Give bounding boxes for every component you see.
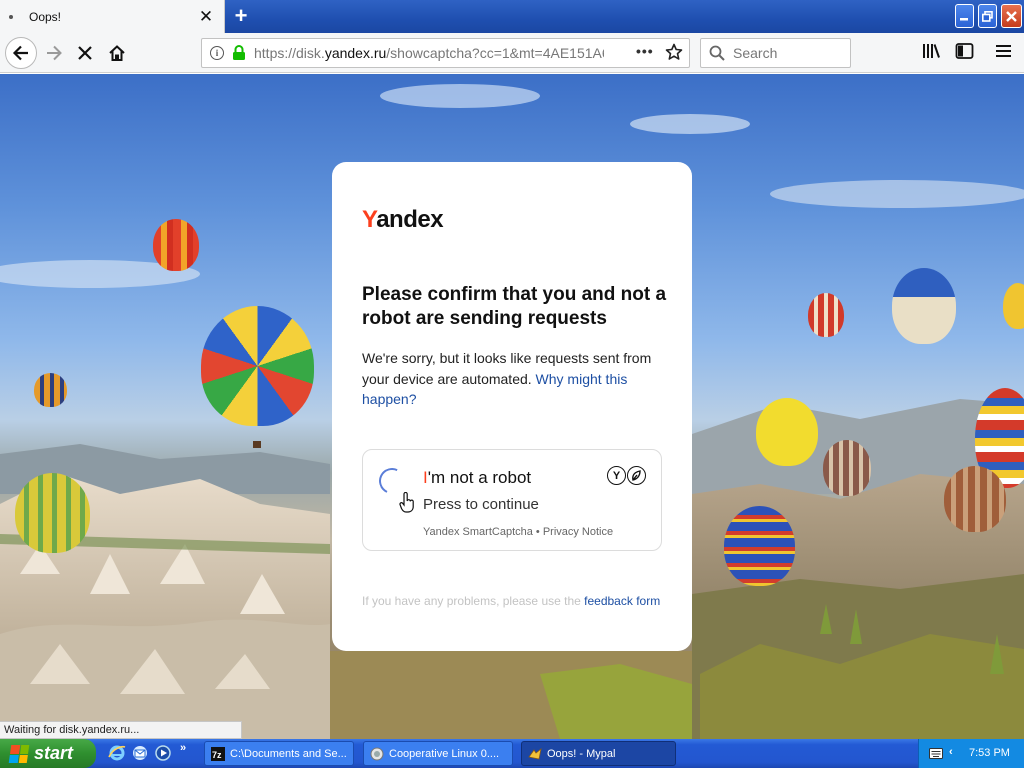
home-button[interactable] [103, 39, 131, 67]
hot-air-balloon [756, 398, 818, 466]
tray-collapse-icon[interactable]: ‹ [949, 746, 953, 758]
outlook-express-icon[interactable] [131, 744, 149, 762]
url-path: /showcaptcha?cc=1&mt=4AE151A615 [386, 45, 604, 61]
smartcaptcha-logo-icon: Y [607, 466, 646, 485]
close-tab-icon[interactable]: ✕ [194, 5, 218, 29]
url-domain: yandex.ru [324, 45, 387, 61]
start-label: start [34, 743, 74, 763]
robot-label: I'm not a robot [423, 468, 531, 488]
tab-title: Oops! [29, 9, 62, 24]
restore-button[interactable] [978, 4, 997, 28]
yandex-logo: Yandex [362, 206, 444, 234]
search-input[interactable]: Search [700, 38, 851, 68]
hot-air-balloon [34, 373, 67, 407]
forward-button[interactable] [40, 39, 68, 67]
info-icon[interactable]: i [210, 46, 224, 60]
feedback-form-link[interactable]: feedback form [584, 594, 660, 608]
back-button[interactable] [5, 37, 37, 69]
windows-logo-icon [8, 744, 30, 763]
yandex-logo-rest: andex [376, 206, 444, 233]
tab-oops[interactable]: Oops! ✕ [0, 0, 225, 33]
start-button[interactable]: start [0, 739, 96, 768]
close-window-button[interactable] [1001, 4, 1022, 28]
stop-button[interactable] [71, 39, 99, 67]
page-actions-button[interactable]: ••• [636, 43, 654, 59]
home-icon [109, 45, 125, 61]
captcha-description: We're sorry, but it looks like requests … [362, 348, 667, 410]
minimize-button[interactable] [955, 4, 974, 28]
library-icon[interactable] [922, 42, 942, 65]
tab-strip: Oops! ✕ + [0, 0, 1024, 33]
robot-label-rest: 'm not a robot [427, 468, 532, 487]
svg-text:7z: 7z [212, 750, 222, 760]
hot-air-balloon [201, 306, 314, 426]
new-tab-button[interactable]: + [228, 3, 254, 29]
yandex-circle-icon: Y [607, 466, 626, 485]
page-title: Please confirm that you and not a robot … [362, 284, 667, 329]
url-prefix: https://disk. [254, 45, 325, 61]
page-content: Yandex Please confirm that you and not a… [0, 74, 1024, 739]
taskbar-item-label: Cooperative Linux 0.... [389, 747, 500, 760]
forward-arrow-icon [47, 45, 62, 61]
taskbar-item-label: C:\Documents and Se... [230, 747, 347, 760]
mypal-icon [528, 747, 542, 759]
taskbar-item-documents[interactable]: 7z C:\Documents and Se... [204, 741, 354, 766]
restore-icon [982, 10, 993, 22]
not-a-robot-button[interactable]: I'm not a robot Press to continue Yandex… [362, 449, 662, 551]
hot-air-balloon [823, 440, 871, 496]
smartcaptcha-privacy-note[interactable]: Yandex SmartCaptcha • Privacy Notice [423, 526, 613, 538]
loading-dot-icon [9, 14, 13, 19]
address-bar[interactable]: i https://disk.yandex.ru/showcaptcha?cc=… [201, 38, 690, 68]
taskbar-item-cooperative-linux[interactable]: Cooperative Linux 0.... [363, 741, 513, 766]
hot-air-balloon [153, 219, 199, 271]
internet-explorer-icon[interactable] [108, 744, 126, 762]
feedback-line: If you have any problems, please use the… [362, 594, 660, 608]
close-icon [1006, 10, 1017, 22]
hand-cursor-icon [399, 492, 414, 513]
hot-air-balloon [724, 506, 795, 586]
taskbar-item-mypal[interactable]: Oops! - Mypal [521, 741, 676, 766]
search-icon [709, 45, 725, 61]
bookmark-star-icon[interactable] [665, 43, 683, 66]
stop-x-icon [78, 46, 92, 60]
hot-air-balloon [15, 473, 90, 553]
press-to-continue-label: Press to continue [423, 496, 539, 513]
7zip-icon: 7z [211, 746, 225, 761]
hot-air-balloon [892, 268, 956, 344]
back-arrow-icon [12, 45, 28, 61]
search-placeholder: Search [733, 45, 778, 61]
feedback-text: If you have any problems, please use the [362, 594, 581, 608]
keyboard-icon[interactable] [929, 748, 943, 762]
quick-launch-expand-icon[interactable]: » [180, 742, 198, 760]
status-text: Waiting for disk.yandex.ru... [0, 721, 242, 739]
balloon-basket [253, 441, 261, 448]
lock-icon[interactable] [232, 45, 246, 61]
system-tray: ‹ 7:53 PM [918, 739, 1024, 768]
taskbar-item-label: Oops! - Mypal [547, 747, 616, 760]
captcha-card: Yandex Please confirm that you and not a… [332, 162, 692, 651]
yandex-logo-y: Y [362, 206, 377, 233]
navigation-toolbar: i https://disk.yandex.ru/showcaptcha?cc=… [0, 33, 1024, 73]
hot-air-balloon [944, 466, 1006, 532]
hamburger-menu-icon[interactable] [994, 42, 1014, 65]
sidebar-icon[interactable] [955, 42, 975, 65]
media-player-icon[interactable] [154, 744, 172, 762]
leaf-circle-icon [627, 466, 646, 485]
minimize-icon [960, 17, 968, 20]
hot-air-balloon [1003, 283, 1024, 329]
hot-air-balloon [808, 293, 844, 337]
cooperative-linux-icon [370, 747, 384, 760]
url-text[interactable]: https://disk.yandex.ru/showcaptcha?cc=1&… [254, 45, 604, 61]
taskbar: start » 7z C:\Documents and Se... Cooper… [0, 739, 1024, 768]
clock: 7:53 PM [969, 747, 1010, 759]
